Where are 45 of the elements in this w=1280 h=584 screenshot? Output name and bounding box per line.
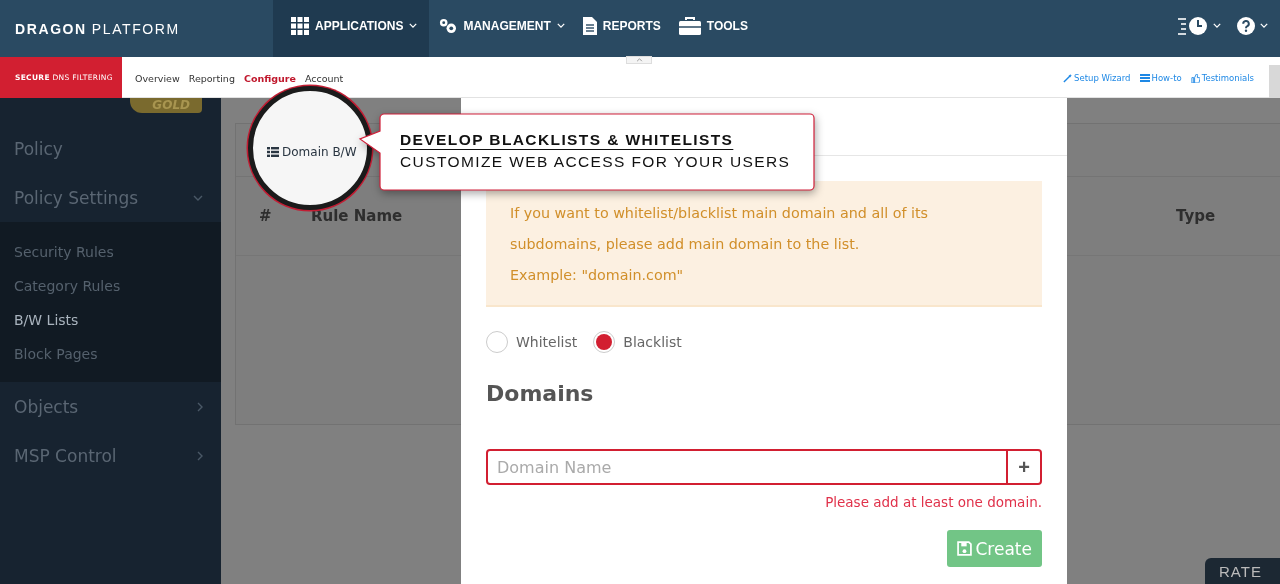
save-icon xyxy=(956,541,972,556)
help-icon xyxy=(1237,16,1255,35)
domain-input-field[interactable]: Domain Name xyxy=(486,449,1008,485)
scrollbar[interactable] xyxy=(1269,65,1280,98)
nav-menu-item[interactable]: MANAGEMENT xyxy=(429,0,574,57)
chevron-down-icon xyxy=(1260,23,1268,28)
alert-text: Example: "domain.com" xyxy=(510,266,685,285)
nav-menu-item[interactable]: REPORTS xyxy=(573,0,670,57)
section-heading: Domains xyxy=(486,381,595,406)
nav-menu-item[interactable]: APPLICATIONS xyxy=(273,0,430,57)
document-icon xyxy=(582,16,597,35)
list-icon xyxy=(267,147,279,157)
gears-icon xyxy=(438,17,458,34)
caret-up-icon xyxy=(635,58,643,62)
column-header: Type xyxy=(1176,207,1216,225)
rate-tab[interactable]: RATE xyxy=(1205,558,1280,584)
thumbs-up-icon xyxy=(1190,73,1200,83)
section-link[interactable]: Account xyxy=(304,73,344,84)
help-link[interactable]: Testimonials xyxy=(1190,73,1254,83)
chevron-down-icon xyxy=(193,194,203,201)
section-link[interactable]: Overview xyxy=(135,73,180,84)
list-type-radio[interactable]: Blacklist xyxy=(593,331,682,353)
column-header: # xyxy=(259,207,272,225)
add-button[interactable]: + xyxy=(1008,449,1042,485)
chevron-right-icon xyxy=(197,450,203,461)
list-icon xyxy=(1139,74,1150,82)
help-link[interactable]: How-to xyxy=(1139,73,1182,83)
list-type-radio[interactable]: Whitelist xyxy=(486,331,578,353)
toolbox-icon xyxy=(678,16,701,35)
callout-subtitle: CUSTOMIZE WEB ACCESS FOR YOUR USERS xyxy=(400,153,792,171)
chevron-down-icon xyxy=(1213,23,1221,28)
wand-icon xyxy=(1063,73,1073,83)
domain-tab-label: Domain B/W xyxy=(267,145,357,159)
alert-text: If you want to whitelist/blacklist main domain and all of its subdomains, please add main domain to the list. xyxy=(510,204,929,254)
brand-logo[interactable]: DRAGON PLATFORM xyxy=(0,0,273,57)
section-link[interactable]: Configure xyxy=(243,73,296,84)
error-message: Please add at least one domain. xyxy=(824,494,1042,510)
grid-icon xyxy=(291,16,309,35)
chevron-right-icon xyxy=(197,401,203,412)
history-icon xyxy=(1178,15,1208,36)
section-link[interactable]: Reporting xyxy=(188,73,235,84)
nav-menu-item[interactable]: TOOLS xyxy=(669,0,757,57)
sidebar-subitem[interactable]: B/W Lists xyxy=(0,303,221,337)
callout-title: DEVELOP BLACKLISTS & WHITELISTS xyxy=(400,131,734,149)
help-link[interactable]: Setup Wizard xyxy=(1063,73,1131,83)
